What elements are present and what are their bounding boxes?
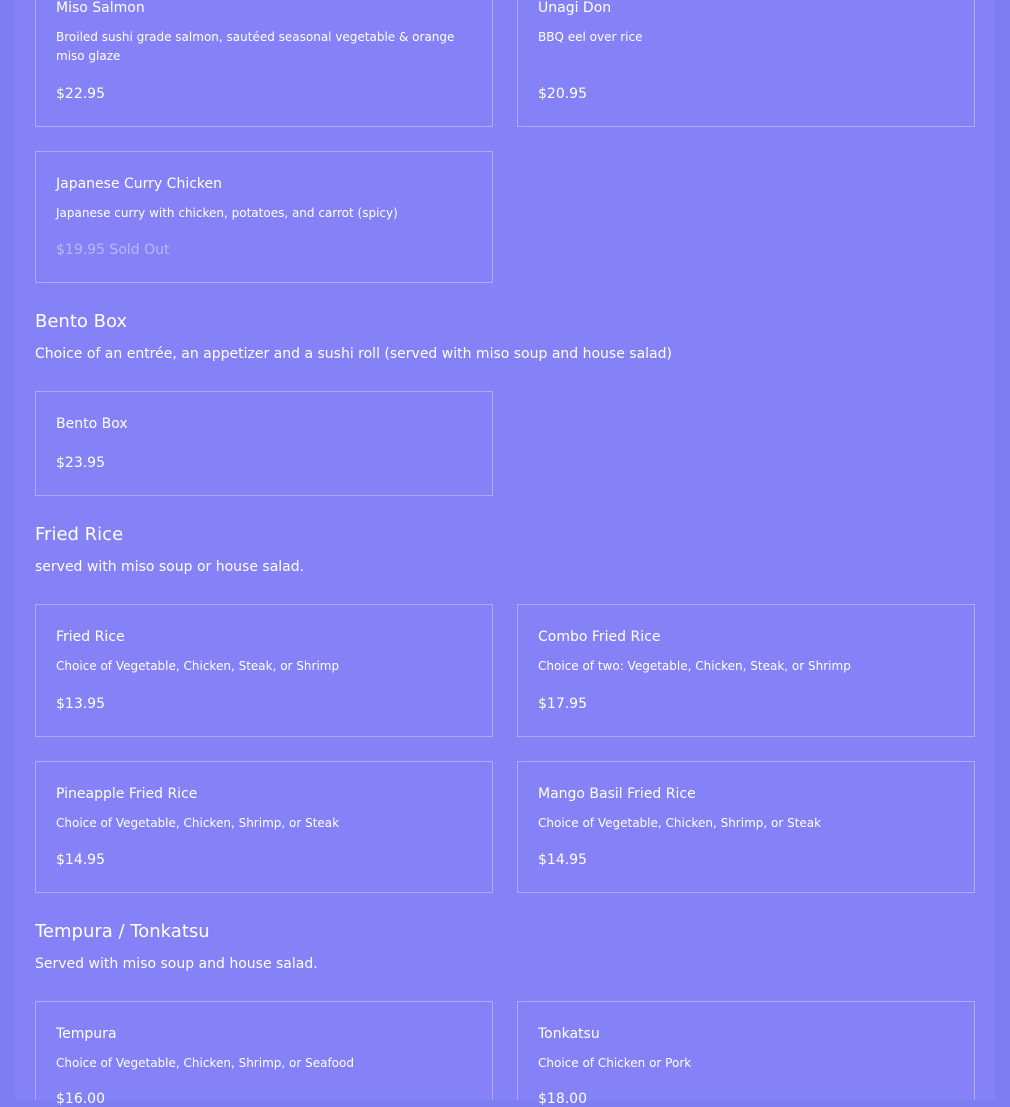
- menu-item-price: $16.00: [56, 1091, 105, 1107]
- menu-item-price: $14.95: [538, 852, 587, 868]
- menu-item-description: Choice of Chicken or Pork: [538, 1056, 692, 1070]
- menu-item-name: Fried Rice: [56, 629, 125, 645]
- menu-item-bento-box[interactable]: Bento Box $23.95: [35, 391, 493, 496]
- menu-item-name: Tonkatsu: [538, 1026, 600, 1042]
- menu-item-name: Mango Basil Fried Rice: [538, 786, 696, 802]
- section-description-bento-box: Choice of an entrée, an appetizer and a …: [35, 346, 672, 362]
- menu-item-description: Japanese curry with chicken, potatoes, a…: [56, 206, 398, 220]
- section-description-tempura-tonkatsu: Served with miso soup and house salad.: [35, 956, 318, 972]
- menu-item-price: $13.95: [56, 696, 105, 712]
- menu-item-name: Bento Box: [56, 416, 128, 432]
- menu-item-price: $18.00: [538, 1091, 587, 1107]
- menu-item-description: Choice of Vegetable, Chicken, Shrimp, or…: [56, 816, 340, 830]
- menu-item-description: Broiled sushi grade salmon, sautéed seas…: [56, 30, 455, 63]
- menu-item-name: Unagi Don: [538, 0, 612, 16]
- section-title-tempura-tonkatsu: Tempura / Tonkatsu: [35, 921, 210, 942]
- menu-item-price-sold-out: $19.95 Sold Out: [56, 242, 170, 258]
- menu-item-name: Miso Salmon: [56, 0, 145, 16]
- menu-item-name: Combo Fried Rice: [538, 629, 661, 645]
- menu-item-description: Choice of Vegetable, Chicken, Shrimp, or…: [56, 1056, 354, 1070]
- section-title-fried-rice: Fried Rice: [35, 524, 124, 545]
- menu-item-unagi-don[interactable]: Unagi Don BBQ eel over rice $20.95: [517, 0, 975, 127]
- section-title-bento-box: Bento Box: [35, 311, 128, 332]
- menu-item-price: $22.95: [56, 86, 105, 102]
- menu-item-combo-fried-rice[interactable]: Combo Fried Rice Choice of two: Vegetabl…: [517, 604, 975, 737]
- menu-item-miso-salmon[interactable]: Miso Salmon Broiled sushi grade salmon, …: [35, 0, 493, 127]
- menu-item-description: BBQ eel over rice: [538, 30, 643, 44]
- menu-item-fried-rice[interactable]: Fried Rice Choice of Vegetable, Chicken,…: [35, 604, 493, 737]
- menu-item-description: Choice of Vegetable, Chicken, Steak, or …: [56, 659, 340, 673]
- menu-item-description: Choice of Vegetable, Chicken, Shrimp, or…: [538, 816, 822, 830]
- menu-item-name: Tempura: [56, 1026, 117, 1042]
- menu-item-price: $20.95: [538, 86, 587, 102]
- menu-item-tempura[interactable]: Tempura Choice of Vegetable, Chicken, Sh…: [35, 1001, 493, 1107]
- menu-item-pineapple-fried-rice[interactable]: Pineapple Fried Rice Choice of Vegetable…: [35, 761, 493, 893]
- menu-item-japanese-curry-chicken[interactable]: Japanese Curry Chicken Japanese curry wi…: [35, 151, 493, 283]
- menu-item-tonkatsu[interactable]: Tonkatsu Choice of Chicken or Pork $18.0…: [517, 1001, 975, 1107]
- menu-item-price: $14.95: [56, 852, 105, 868]
- section-description-fried-rice: served with miso soup or house salad.: [35, 559, 305, 575]
- menu-item-price: $23.95: [56, 455, 105, 471]
- menu-item-description: Choice of two: Vegetable, Chicken, Steak…: [538, 659, 851, 673]
- menu-item-price: $17.95: [538, 696, 587, 712]
- menu-item-name: Japanese Curry Chicken: [56, 176, 222, 192]
- menu-item-name: Pineapple Fried Rice: [56, 786, 198, 802]
- menu-item-mango-basil-fried-rice[interactable]: Mango Basil Fried Rice Choice of Vegetab…: [517, 761, 975, 893]
